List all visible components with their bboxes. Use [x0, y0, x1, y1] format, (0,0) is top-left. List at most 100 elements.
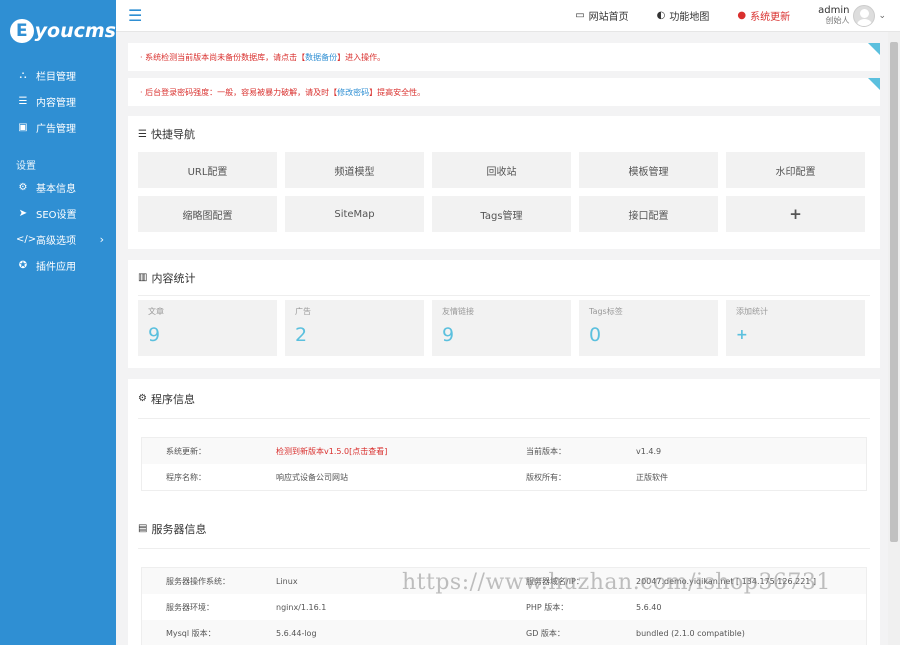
quick-recycle-bin-button[interactable]: 回收站	[432, 152, 571, 188]
stat-label: Tags标签	[589, 307, 623, 316]
sidebar-group-settings: 设置	[16, 160, 36, 172]
stat-add[interactable]: 添加统计 +	[726, 300, 865, 356]
server-info-title: ▤ 服务器信息	[138, 509, 870, 549]
main-content: · 系统检测当前版本尚未备份数据库，请点击【 数据备份 】进入操作。 · 后台登录密…	[116, 32, 888, 645]
table-row: 程序名称： 响应式设备公司网站 版权所有： 正版软件	[142, 464, 866, 490]
info-icon: ●	[737, 10, 747, 21]
sidebar-item-plugins[interactable]: ✪ 插件应用	[0, 252, 116, 278]
system-update-label: 系统更新	[750, 12, 791, 23]
cell-label: 系统更新：	[166, 446, 206, 456]
menu-toggle-icon[interactable]: ☰	[128, 6, 142, 25]
user-menu[interactable]: admin 创始人 ⌄	[818, 4, 886, 27]
bar-chart-icon: ▥	[138, 272, 148, 283]
quick-channel-model-button[interactable]: 频道模型	[285, 152, 424, 188]
system-update-link[interactable]: ● 系统更新	[737, 8, 790, 23]
function-map-label: 功能地图	[669, 12, 710, 23]
user-name: admin	[818, 4, 850, 16]
alert-corner	[868, 78, 880, 90]
stat-articles[interactable]: 文章 9	[138, 300, 277, 356]
cell-label: 当前版本：	[526, 446, 566, 456]
stat-label: 文章	[148, 307, 164, 316]
chevron-right-icon: ›	[99, 232, 104, 246]
quick-nav-title-text: 快捷导航	[150, 128, 195, 141]
stat-links[interactable]: 友情链接 9	[432, 300, 571, 356]
sidebar-item-basic-info[interactable]: ⚙ 基本信息	[0, 174, 116, 200]
quick-nav-grid: URL配置 频道模型 回收站 模板管理 水印配置 缩略图配置 SiteMap T…	[128, 152, 880, 232]
logo[interactable]: E youcms	[0, 0, 116, 62]
cell-label: PHP 版本：	[526, 602, 569, 612]
program-info-table: 系统更新： 检测到新版本v1.5.0[点击查看] 当前版本： v1.4.9 程序…	[141, 437, 867, 491]
cell-label: 版权所有：	[526, 472, 566, 482]
quick-nav-title: ☰ 快捷导航	[138, 116, 870, 152]
code-icon: </>	[16, 233, 37, 245]
quick-template-button[interactable]: 模板管理	[579, 152, 718, 188]
avatar	[853, 4, 876, 27]
quick-sitemap-button[interactable]: SiteMap	[285, 196, 424, 232]
sidebar-item-label: SEO设置	[36, 209, 77, 221]
stat-value: 9	[442, 324, 455, 346]
alert-tail: 】进入操作。	[337, 52, 386, 62]
backup-link[interactable]: 数据备份	[305, 52, 337, 63]
sidebar-item-label: 高级选项	[36, 235, 76, 247]
stat-label: 广告	[295, 307, 311, 316]
cell-label: GD 版本：	[526, 628, 565, 638]
sidebar-settings-nav: ⚙ 基本信息 ➤ SEO设置 </> 高级选项 › ✪ 插件应用	[0, 174, 116, 278]
cell-label: Mysql 版本：	[166, 628, 216, 638]
quick-watermark-button[interactable]: 水印配置	[726, 152, 865, 188]
site-home-link[interactable]: ▭ 网站首页	[575, 8, 628, 23]
gear-icon: ⚙	[138, 393, 147, 404]
stat-label: 友情链接	[442, 307, 474, 316]
chevron-down-icon: ⌄	[878, 10, 886, 21]
logo-mark: E	[10, 19, 34, 43]
change-password-link[interactable]: 修改密码	[337, 87, 369, 98]
cell-label: 服务器操作系统：	[166, 576, 230, 586]
sidebar-item-label: 基本信息	[36, 183, 76, 195]
quick-url-config-button[interactable]: URL配置	[138, 152, 277, 188]
list-icon: ☰	[18, 95, 28, 107]
cell-value: nginx/1.16.1	[276, 602, 327, 612]
sidebar-item-advanced[interactable]: </> 高级选项 ›	[0, 226, 116, 252]
sidebar-item-seo[interactable]: ➤ SEO设置	[0, 200, 116, 226]
sidebar-item-label: 栏目管理	[36, 71, 76, 83]
toggle-icon: ◐	[656, 10, 666, 21]
top-links: ▭ 网站首页 ◐ 功能地图 ● 系统更新 admin 创始人 ⌄	[575, 0, 900, 32]
program-info-title-text: 程序信息	[150, 392, 195, 406]
cell-value: 正版软件	[636, 472, 668, 482]
scrollbar-thumb[interactable]	[890, 42, 898, 542]
program-info-title: ⚙ 程序信息	[138, 379, 870, 419]
plugin-icon: ✪	[18, 259, 28, 271]
table-row: 服务器操作系统： Linux 服务器域名/IP： 20047.demo.yiqi…	[142, 568, 866, 594]
cell-value: bundled (2.1.0 compatible)	[636, 628, 745, 638]
sidebar-item-ads[interactable]: ▣ 广告管理	[0, 114, 116, 140]
sitemap-icon: ⛬	[19, 69, 27, 81]
stat-value: 2	[295, 324, 308, 346]
quick-tags-button[interactable]: Tags管理	[432, 196, 571, 232]
stat-value: 9	[148, 324, 161, 346]
sidebar-item-columns[interactable]: ⛬ 栏目管理	[0, 62, 116, 88]
stat-tags[interactable]: Tags标签 0	[579, 300, 718, 356]
quick-add-button[interactable]: +	[726, 196, 865, 232]
sidebar-nav: ⛬ 栏目管理 ☰ 内容管理 ▣ 广告管理	[0, 62, 116, 140]
update-check-link[interactable]: 检测到新版本v1.5.0[点击查看]	[252, 446, 502, 457]
table-row: 服务器环境： nginx/1.16.1 PHP 版本： 5.6.40	[142, 594, 866, 620]
cell-value: 5.6.40	[636, 602, 662, 612]
alert-text: · 后台登录密码强度：一般，容易被暴力破解，请及时【	[140, 87, 338, 97]
user-name-block: admin 创始人	[818, 4, 850, 26]
quick-api-config-button[interactable]: 接口配置	[579, 196, 718, 232]
cell-value: v1.4.9	[636, 446, 662, 456]
sidebar-item-label: 广告管理	[36, 123, 76, 135]
stats-title: ▥ 内容统计	[138, 260, 870, 296]
sidebar: E youcms ⛬ 栏目管理 ☰ 内容管理 ▣ 广告管理 设置 ⚙ 基本信息 ➤ SEO…	[0, 0, 116, 645]
gear-icon: ⚙	[18, 181, 28, 193]
info-panel: ⚙ 程序信息 系统更新： 检测到新版本v1.5.0[点击查看] 当前版本： v1.…	[128, 379, 880, 645]
list-icon: ☰	[138, 128, 147, 140]
cell-label: 程序名称：	[166, 472, 206, 482]
cell-value: Linux	[276, 576, 298, 586]
quick-thumbnail-button[interactable]: 缩略图配置	[138, 196, 277, 232]
alert-text: · 系统检测当前版本尚未备份数据库，请点击【	[140, 52, 306, 62]
top-bar: ☰ ▭ 网站首页 ◐ 功能地图 ● 系统更新 admin 创始人 ⌄	[116, 0, 900, 32]
function-map-link[interactable]: ◐ 功能地图	[657, 8, 710, 23]
stat-ads[interactable]: 广告 2	[285, 300, 424, 356]
sidebar-item-content[interactable]: ☰ 内容管理	[0, 88, 116, 114]
server-icon: ▤	[138, 523, 148, 534]
